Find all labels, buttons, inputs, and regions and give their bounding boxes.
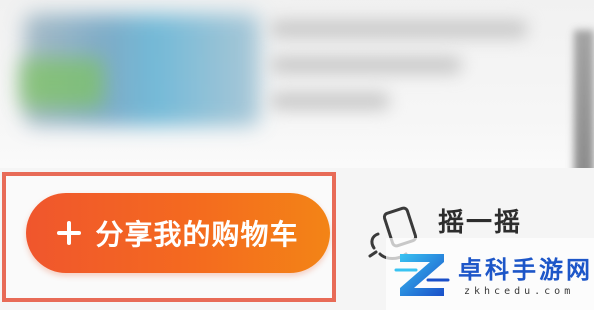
watermark-url: zkhcedu.com (464, 286, 575, 297)
site-watermark: 卓科手游网 zkhcedu.com (386, 238, 594, 310)
z-logo-icon (394, 254, 450, 296)
watermark-title: 卓科手游网 (458, 256, 593, 284)
share-cart-label: 分享我的购物车 (95, 218, 299, 251)
shake-label: 摇一摇 (438, 208, 523, 238)
blurred-banner (0, 0, 594, 168)
plus-icon (57, 221, 82, 245)
screenshot-stage: 分享我的购物车 摇一摇 卓科手游网 zkhcedu.com (0, 0, 594, 310)
blurred-text-lines (270, 20, 570, 120)
blurred-edge (574, 30, 594, 168)
share-cart-button[interactable]: 分享我的购物车 (26, 193, 330, 273)
blurred-thumbnail-accent (20, 58, 104, 108)
